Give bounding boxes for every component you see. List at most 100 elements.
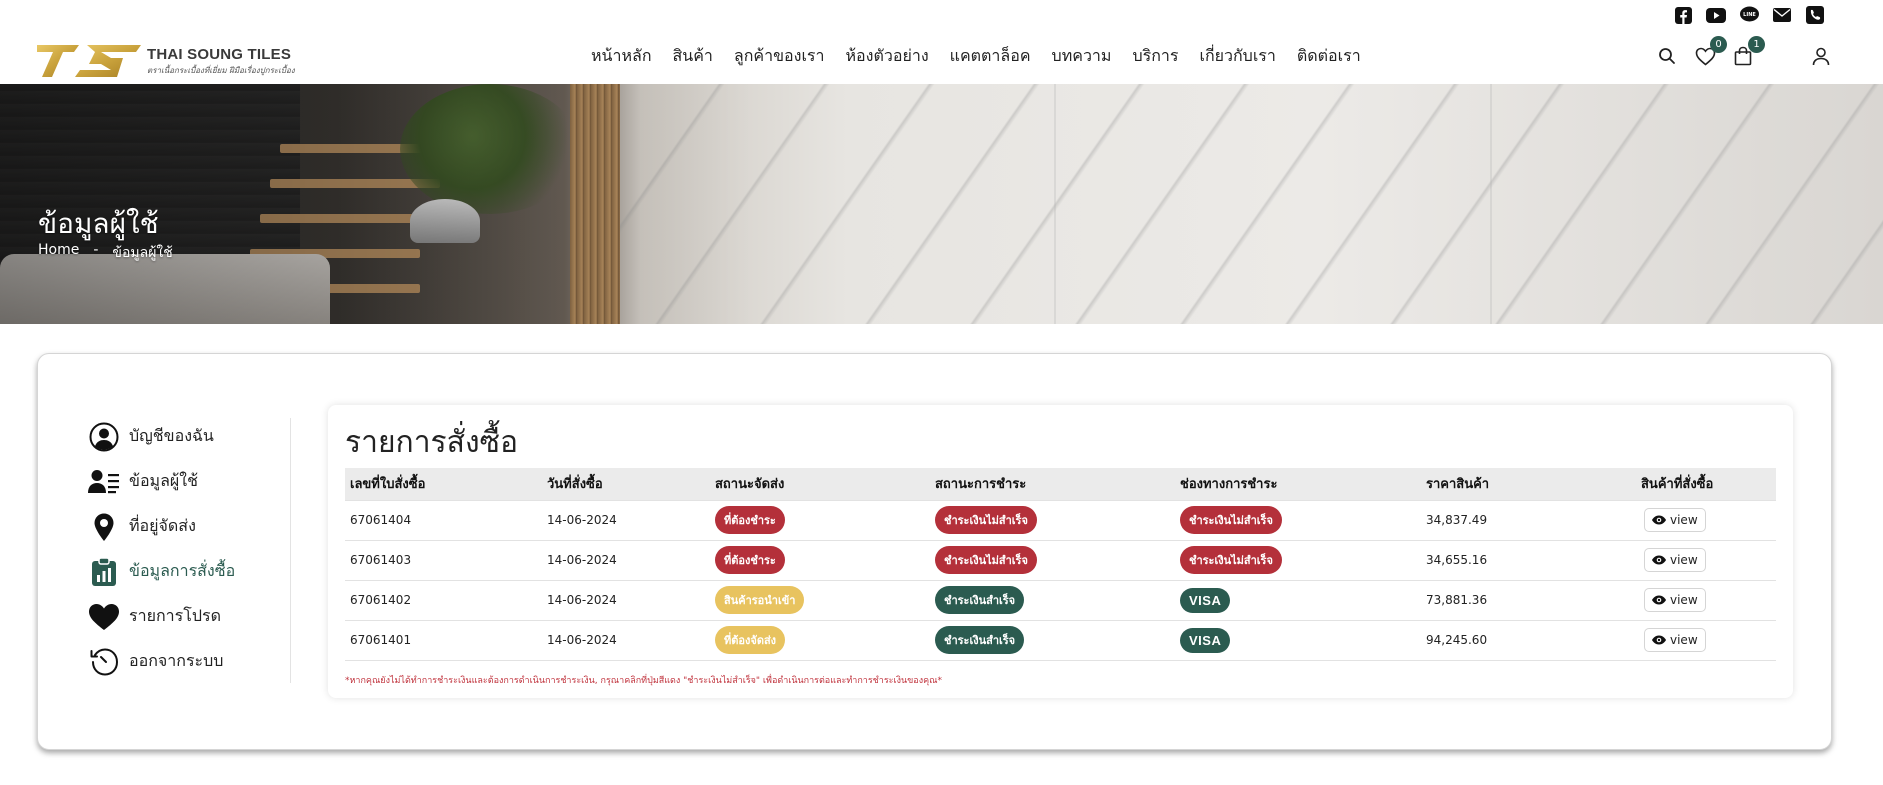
payment-status-badge[interactable]: ชำระเงินไม่สำเร็จ bbox=[935, 506, 1037, 534]
brand-logo[interactable]: THAI SOUNG TILES ตราเนื้อกระเบื้องที่เยี… bbox=[37, 44, 295, 78]
table-header-row: เลขที่ใบสั่งซื้อ วันที่สั่งซื้อ สถานะจัด… bbox=[345, 468, 1776, 500]
column-header-order-date: วันที่สั่งซื้อ bbox=[547, 477, 603, 493]
order-price: 73,881.36 bbox=[1421, 580, 1636, 621]
order-price: 34,837.49 bbox=[1421, 499, 1636, 541]
logo-mark-icon bbox=[37, 45, 141, 77]
wishlist-heart-icon[interactable]: 0 bbox=[1693, 36, 1727, 68]
eye-icon bbox=[1652, 595, 1666, 605]
sidebar-item-logout[interactable]: ออกจากระบบ bbox=[88, 639, 278, 684]
view-label: view bbox=[1670, 513, 1698, 527]
map-pin-icon bbox=[88, 511, 120, 543]
header-actions: 0 1 bbox=[1655, 36, 1833, 68]
wishlist-count-badge: 0 bbox=[1710, 36, 1727, 53]
nav-products[interactable]: สินค้า bbox=[673, 44, 713, 69]
mail-icon[interactable] bbox=[1772, 5, 1792, 25]
logout-icon bbox=[88, 646, 120, 678]
order-date: 14-06-2024 bbox=[542, 620, 710, 661]
column-header-payment-channel: ช่องทางการชำระ bbox=[1180, 477, 1278, 493]
facebook-icon[interactable] bbox=[1673, 5, 1693, 25]
sidebar-item-label: รายการโปรด bbox=[129, 606, 221, 625]
view-order-button[interactable]: view bbox=[1644, 628, 1706, 652]
main-nav: หน้าหลัก สินค้า ลูกค้าของเรา ห้องตัวอย่า… bbox=[591, 44, 1361, 69]
shipping-status-badge: ที่ต้องจัดส่ง bbox=[715, 626, 786, 654]
order-id: 67061403 bbox=[345, 540, 542, 581]
orders-panel: รายการสั่งซื้อ เลขที่ใบสั่งซื้อ วันที่สั… bbox=[328, 405, 1793, 698]
payment-note: *หากคุณยังไม่ได้ทำการชำระเงินและต้องการด… bbox=[345, 676, 942, 686]
brand-name: THAI SOUNG TILES bbox=[147, 45, 292, 63]
sidebar-item-user-info[interactable]: ข้อมูลผู้ใช้ bbox=[88, 459, 278, 504]
nav-contact[interactable]: ติดต่อเรา bbox=[1297, 44, 1361, 69]
table-row: 67061402 14-06-2024 สินค้ารอนำเข้า ชำระเ… bbox=[345, 580, 1776, 621]
order-price: 94,245.60 bbox=[1421, 620, 1636, 661]
orders-table: เลขที่ใบสั่งซื้อ วันที่สั่งซื้อ สถานะจัด… bbox=[345, 468, 1776, 661]
phone-icon[interactable] bbox=[1805, 5, 1825, 25]
breadcrumb: Home - ข้อมูลผู้ใช้ bbox=[38, 242, 173, 264]
payment-channel-badge[interactable]: ชำระเงินไม่สำเร็จ bbox=[1180, 506, 1282, 534]
table-row: 67061401 14-06-2024 ที่ต้องจัดส่ง ชำระเง… bbox=[345, 620, 1776, 661]
sidebar-item-wishlist[interactable]: รายการโปรด bbox=[88, 594, 278, 639]
column-header-products: สินค้าที่สั่งซื้อ bbox=[1641, 477, 1714, 493]
column-header-shipping-status: สถานะจัดส่ง bbox=[715, 477, 785, 493]
nav-customers[interactable]: ลูกค้าของเรา bbox=[734, 44, 825, 69]
nav-about[interactable]: เกี่ยวกับเรา bbox=[1199, 44, 1275, 69]
view-order-button[interactable]: view bbox=[1644, 508, 1706, 532]
order-id: 67061401 bbox=[345, 620, 542, 661]
account-circle-icon bbox=[88, 421, 120, 453]
view-order-button[interactable]: view bbox=[1644, 588, 1706, 612]
heart-icon bbox=[88, 601, 120, 633]
payment-channel-badge[interactable]: ชำระเงินไม่สำเร็จ bbox=[1180, 546, 1282, 574]
hero-overlay bbox=[0, 84, 1883, 324]
payment-channel-badge: VISA bbox=[1180, 627, 1231, 653]
view-label: view bbox=[1670, 553, 1698, 567]
eye-icon bbox=[1652, 515, 1666, 525]
sidebar-item-order-info[interactable]: ข้อมูลการสั่งซื้อ bbox=[88, 549, 278, 594]
eye-icon bbox=[1652, 555, 1666, 565]
shipping-status-badge: ที่ต้องชำระ bbox=[715, 506, 785, 534]
view-order-button[interactable]: view bbox=[1644, 548, 1706, 572]
column-header-payment-status: สถานะการชำระ bbox=[935, 477, 1027, 493]
sidebar-item-label: ที่อยู่จัดส่ง bbox=[129, 516, 196, 535]
column-header-order-id: เลขที่ใบสั่งซื้อ bbox=[350, 477, 426, 493]
payment-status-badge: ชำระเงินสำเร็จ bbox=[935, 586, 1025, 614]
sidebar-item-label: ข้อมูลผู้ใช้ bbox=[129, 471, 198, 490]
order-id: 67061402 bbox=[345, 580, 542, 621]
sidebar-item-my-account[interactable]: บัญชีของฉัน bbox=[88, 414, 278, 459]
table-row: 67061404 14-06-2024 ที่ต้องชำระ ชำระเงิน… bbox=[345, 499, 1776, 541]
order-price: 34,655.16 bbox=[1421, 540, 1636, 581]
sidebar-item-label: บัญชีของฉัน bbox=[129, 426, 214, 445]
view-label: view bbox=[1670, 633, 1698, 647]
user-account-icon[interactable] bbox=[1809, 44, 1833, 68]
search-icon[interactable] bbox=[1655, 44, 1679, 68]
orders-title: รายการสั่งซื้อ bbox=[345, 425, 518, 460]
breadcrumb-current: ข้อมูลผู้ใช้ bbox=[112, 245, 173, 261]
sidebar-divider bbox=[290, 418, 291, 683]
youtube-icon[interactable] bbox=[1706, 5, 1726, 25]
nav-articles[interactable]: บทความ bbox=[1052, 44, 1112, 69]
cart-bag-icon[interactable]: 1 bbox=[1731, 36, 1765, 68]
nav-showroom[interactable]: ห้องตัวอย่าง bbox=[846, 44, 929, 69]
page-title: ข้อมูลผู้ใช้ bbox=[38, 207, 159, 240]
payment-status-badge: ชำระเงินสำเร็จ bbox=[935, 626, 1025, 654]
shipping-status-badge: สินค้ารอนำเข้า bbox=[715, 586, 805, 614]
line-icon[interactable]: LINE bbox=[1739, 5, 1759, 25]
order-date: 14-06-2024 bbox=[542, 580, 710, 621]
eye-icon bbox=[1652, 635, 1666, 645]
order-id: 67061404 bbox=[345, 499, 542, 541]
breadcrumb-home[interactable]: Home bbox=[38, 242, 79, 264]
nav-catalog[interactable]: แคตตาล็อค bbox=[950, 44, 1031, 69]
sidebar-item-shipping-address[interactable]: ที่อยู่จัดส่ง bbox=[88, 504, 278, 549]
svg-text:LINE: LINE bbox=[1743, 12, 1756, 18]
account-sidebar: บัญชีของฉัน ข้อมูลผู้ใช้ ที่อยู่จัดส่ง ข… bbox=[88, 414, 278, 684]
payment-status-badge[interactable]: ชำระเงินไม่สำเร็จ bbox=[935, 546, 1037, 574]
nav-services[interactable]: บริการ bbox=[1132, 44, 1178, 69]
column-header-price: ราคาสินค้า bbox=[1426, 477, 1490, 493]
view-label: view bbox=[1670, 593, 1698, 607]
order-date: 14-06-2024 bbox=[542, 499, 710, 541]
sidebar-item-label: ข้อมูลการสั่งซื้อ bbox=[129, 561, 236, 580]
brand-tagline: ตราเนื้อกระเบื้องที่เยี่ยม ฝีมือเรื่องปู… bbox=[147, 65, 295, 75]
breadcrumb-separator: - bbox=[93, 242, 99, 258]
payment-channel-badge: VISA bbox=[1180, 587, 1231, 613]
nav-home[interactable]: หน้าหลัก bbox=[591, 44, 652, 69]
user-details-icon bbox=[88, 466, 120, 498]
order-clipboard-icon bbox=[88, 556, 120, 588]
